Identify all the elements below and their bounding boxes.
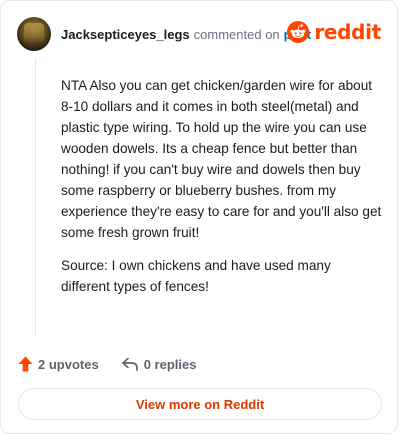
reddit-wordmark: reddit bbox=[314, 20, 381, 44]
comment-header: Jacksepticeyes_legs commented on post re… bbox=[17, 17, 381, 51]
reply-count: 0 replies bbox=[143, 356, 197, 372]
reply-arrow-icon bbox=[121, 357, 138, 371]
comment-body: NTA Also you can get chicken/garden wire… bbox=[61, 75, 383, 309]
reddit-logo[interactable]: reddit bbox=[287, 20, 381, 44]
upvote-button[interactable]: 2 upvotes bbox=[18, 356, 99, 372]
comment-meta: Jacksepticeyes_legs commented on post bbox=[61, 27, 311, 42]
comment-embed-card: Jacksepticeyes_legs commented on post re… bbox=[0, 0, 398, 434]
username[interactable]: Jacksepticeyes_legs bbox=[61, 27, 190, 42]
reply-button[interactable]: 0 replies bbox=[121, 356, 197, 372]
thread-line bbox=[35, 59, 36, 337]
user-avatar[interactable] bbox=[17, 17, 51, 51]
upvote-count: 2 upvotes bbox=[38, 356, 99, 372]
comment-paragraph: NTA Also you can get chicken/garden wire… bbox=[61, 78, 382, 240]
reddit-snoo-icon bbox=[287, 21, 310, 43]
upvote-arrow-icon bbox=[18, 356, 33, 372]
commented-on-text: commented on bbox=[193, 26, 280, 42]
comment-actions: 2 upvotes 0 replies bbox=[18, 353, 218, 375]
comment-paragraph: Source: I own chickens and have used man… bbox=[61, 258, 331, 294]
view-more-button[interactable]: View more on Reddit bbox=[18, 388, 382, 420]
